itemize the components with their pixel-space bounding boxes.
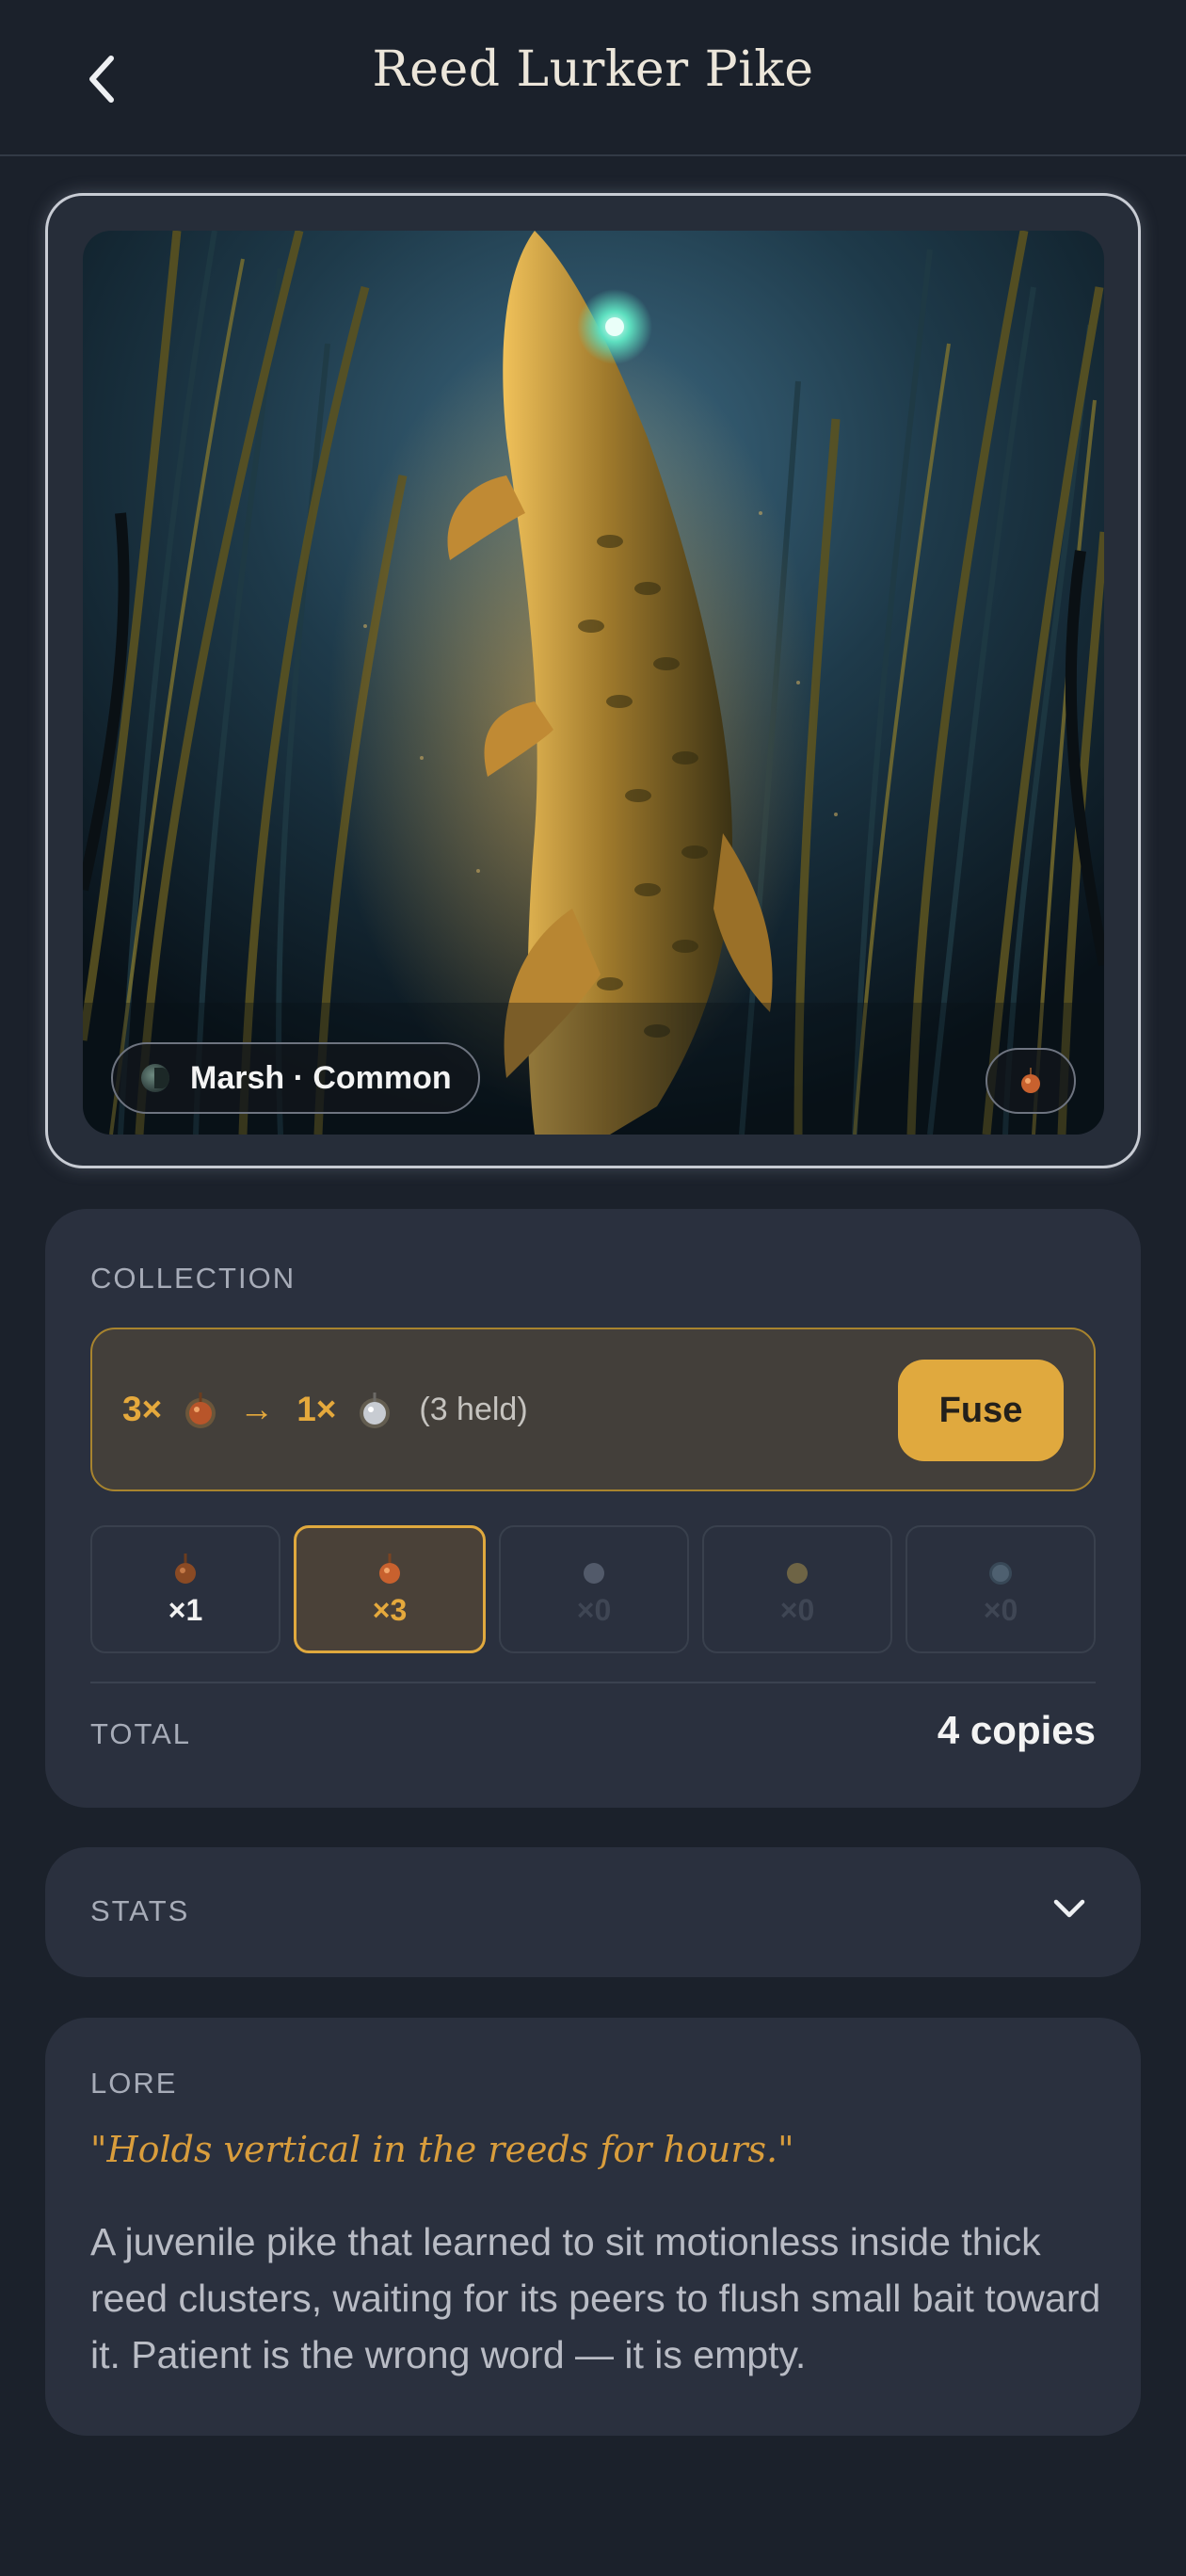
top-bar: Reed Lurker Pike [0,0,1186,156]
tier-count: ×0 [779,1592,815,1627]
fuse-output-count: 1× [296,1390,337,1428]
fuse-arrow: → [239,1390,275,1428]
collection-panel: COLLECTION 3× → 1× (3 held) Fuse ×1 ×3 ×… [45,1209,1141,1808]
gold-bobber-icon [787,1562,808,1584]
chevron-down-icon [1053,1899,1085,1918]
lore-text: A juvenile pike that learned to sit moti… [90,2220,1101,2376]
bobber-icon [1021,1068,1040,1093]
tier-copper[interactable]: ×3 [294,1525,486,1653]
tier-gold[interactable]: ×0 [702,1525,892,1653]
tier-bronze[interactable]: ×1 [90,1525,280,1653]
tier-count: ×3 [372,1592,408,1627]
fuse-button[interactable]: Fuse [898,1360,1064,1461]
stats-toggle[interactable]: STATS [45,1847,1141,1977]
fuse-input-count: 3× [122,1390,163,1428]
tier-count: ×0 [576,1592,612,1627]
crystal-bobber-icon [989,1561,1012,1585]
divider [90,1682,1096,1683]
fish-artwork: Marsh · Common [83,231,1104,1135]
tier-crystal[interactable]: ×0 [906,1525,1096,1653]
bronze-bobber-icon [175,1553,196,1584]
lore-panel: LORE "Holds vertical in the reeds for ho… [45,2018,1141,2436]
lure-badge [986,1048,1076,1114]
fuse-held-count: (3 held) [419,1391,528,1427]
fish-card: Marsh · Common [45,193,1141,1168]
silver-bobber-icon [360,1393,391,1428]
fuse-recipe: 3× → 1× (3 held) [122,1329,528,1489]
lore-label: LORE [90,2067,178,2100]
tier-selector: ×1 ×3 ×0 ×0 ×0 [90,1525,1096,1653]
tier-count: ×1 [168,1592,203,1627]
copper-bobber-icon [379,1553,400,1584]
total-copies: 4 copies [937,1708,1096,1752]
region-rarity-label: Marsh · Common [190,1059,452,1096]
region-rarity-badge: Marsh · Common [111,1042,480,1114]
lore-quote: "Holds vertical in the reeds for hours." [90,2129,794,2170]
tier-iron[interactable]: ×0 [499,1525,689,1653]
fuse-row: 3× → 1× (3 held) Fuse [90,1328,1096,1491]
stats-label: STATS [90,1894,190,1927]
page-title: Reed Lurker Pike [372,41,814,98]
total-label: TOTAL [90,1717,192,1750]
collection-label: COLLECTION [90,1262,296,1295]
tier-count: ×0 [983,1592,1018,1627]
bronze-bobber-icon [185,1393,216,1428]
iron-bobber-icon [584,1562,604,1584]
marsh-region-icon [141,1064,169,1092]
